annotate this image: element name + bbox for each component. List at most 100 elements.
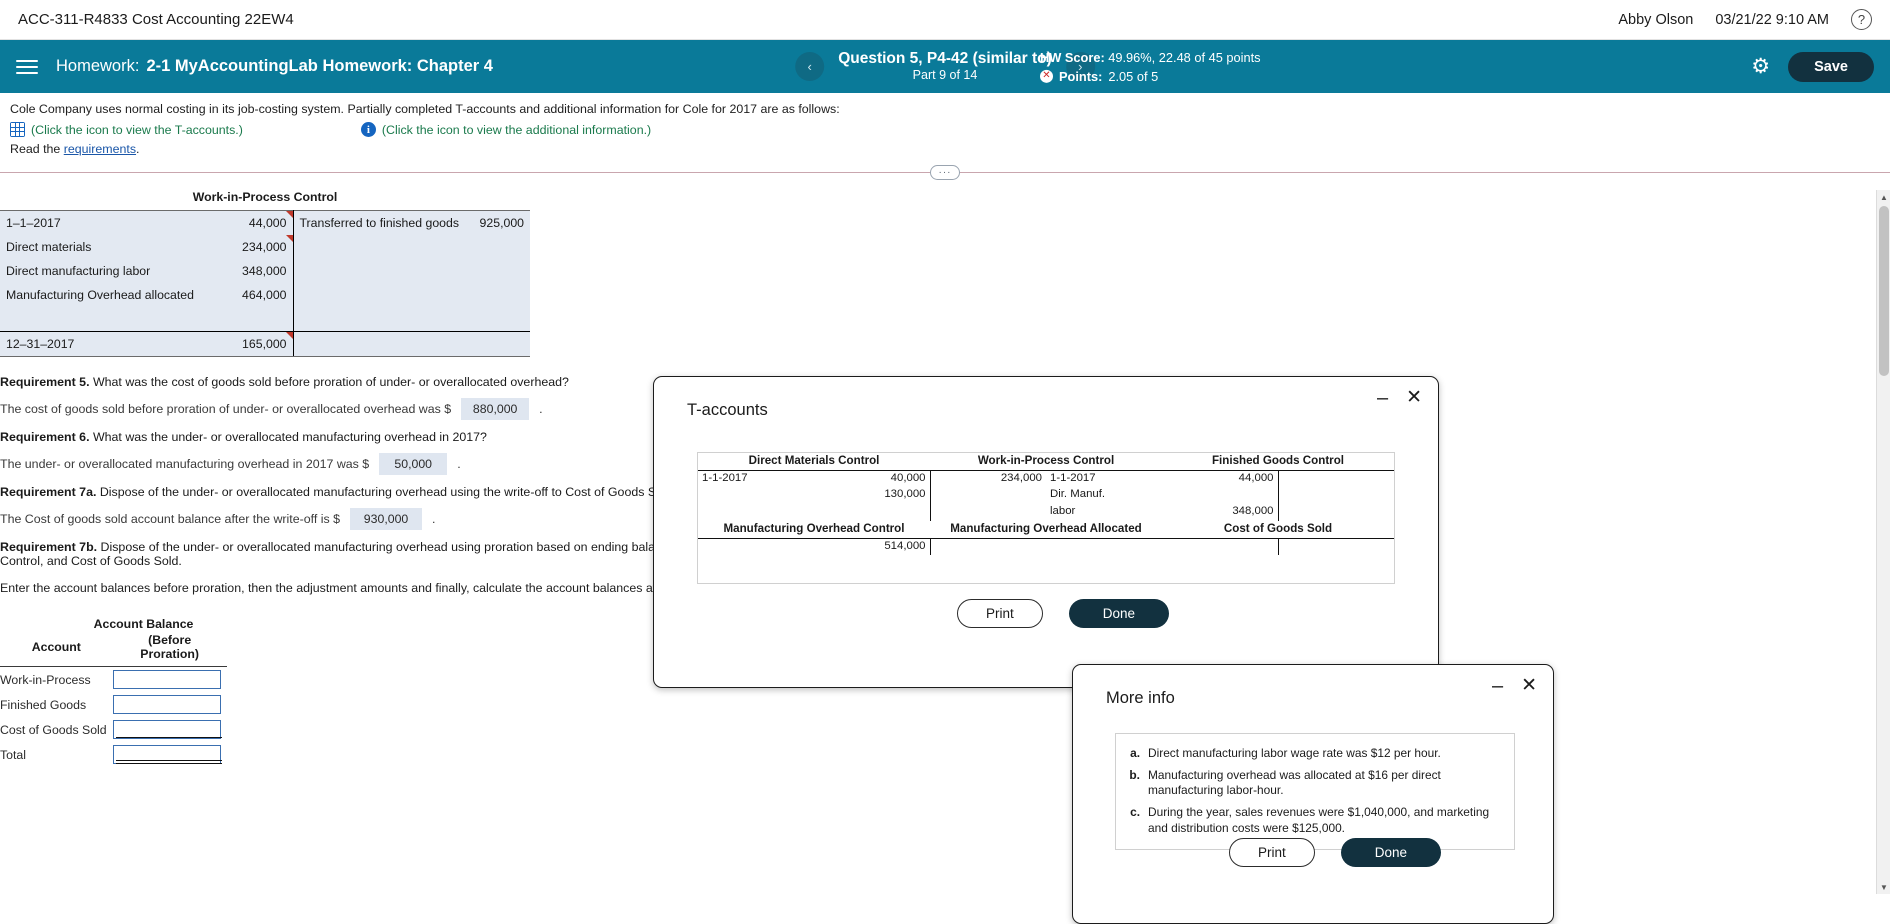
requirements-link[interactable]: requirements bbox=[64, 142, 136, 156]
wip-row-right-amount bbox=[471, 283, 530, 307]
wip-row-amount: 464,000 bbox=[235, 283, 294, 307]
taccounts-link-group[interactable]: (Click the icon to view the T-accounts.) bbox=[10, 122, 243, 137]
dm-row2-credit bbox=[930, 487, 1046, 504]
finished-goods-input[interactable] bbox=[112, 695, 221, 714]
minimize-icon[interactable]: – bbox=[1377, 388, 1388, 408]
wip-row-desc: 1–1–2017 bbox=[0, 210, 235, 235]
more-info-list: a. Direct manufacturing labor wage rate … bbox=[1120, 743, 1504, 840]
cost-of-goods-sold-input[interactable] bbox=[112, 720, 221, 739]
wip-row-right-desc bbox=[293, 235, 471, 259]
homework-name: 2-1 MyAccountingLab Homework: Chapter 4 bbox=[146, 57, 493, 75]
work-in-process-input[interactable] bbox=[112, 670, 221, 689]
previous-question-button[interactable]: ‹ bbox=[795, 52, 825, 81]
help-icon[interactable]: ? bbox=[1851, 9, 1872, 30]
table-row: 514,000 bbox=[698, 538, 1394, 555]
date-time: 03/21/22 9:10 AM bbox=[1715, 11, 1829, 28]
close-icon[interactable]: ✕ bbox=[1521, 676, 1537, 695]
panel-divider: ··· bbox=[0, 164, 1890, 180]
table-row: Manufacturing Overhead allocated 464,000 bbox=[0, 283, 530, 307]
moreinfo-link-text[interactable]: (Click the icon to view the additional i… bbox=[382, 123, 651, 137]
wip-row-amount bbox=[235, 307, 294, 332]
account-table: Account (Before Proration) Work-in-Proce… bbox=[0, 631, 227, 767]
wip-row3-credit bbox=[1278, 504, 1394, 521]
hw-score-label: HW Score: bbox=[1040, 49, 1105, 65]
wip-row-desc: Direct materials bbox=[6, 240, 92, 254]
wip-row-desc: Direct manufacturing labor bbox=[6, 264, 151, 278]
taccount-title-moh-control: Manufacturing Overhead Control bbox=[698, 521, 930, 539]
item-letter: c. bbox=[1130, 805, 1140, 820]
wip-row2-credit bbox=[1278, 487, 1394, 504]
wip-row-right-amount bbox=[471, 259, 530, 283]
print-button[interactable]: Print bbox=[1229, 838, 1315, 867]
gear-icon[interactable]: ⚙ bbox=[1751, 56, 1770, 77]
total-input[interactable] bbox=[112, 745, 221, 764]
dm-row3-debit bbox=[814, 504, 931, 521]
info-icon[interactable]: i bbox=[360, 122, 376, 137]
question-title: Question 5, P4-42 (similar to) bbox=[838, 50, 1052, 67]
dm-row3-credit bbox=[930, 504, 1046, 521]
more-info-content-box: a. Direct manufacturing labor wage rate … bbox=[1115, 733, 1515, 850]
points-row: ✕ Points: 2.05 of 5 bbox=[1040, 67, 1261, 86]
taccount-title-direct-materials: Direct Materials Control bbox=[698, 453, 930, 471]
requirement-5-answer-value[interactable]: 880,000 bbox=[461, 398, 530, 420]
mohc-row1-credit bbox=[930, 538, 1046, 555]
moha-row1-credit bbox=[1278, 538, 1394, 555]
save-button[interactable]: Save bbox=[1788, 51, 1874, 82]
wip-row-right-desc bbox=[293, 307, 471, 332]
done-button[interactable]: Done bbox=[1340, 838, 1442, 867]
user-name: Abby Olson bbox=[1618, 11, 1694, 28]
hw-score-row: HW Score: 49.96%, 22.48 of 45 points bbox=[1040, 47, 1261, 66]
minimize-icon[interactable]: – bbox=[1492, 676, 1503, 696]
dm-row1-debit: 40,000 bbox=[814, 470, 931, 487]
done-button[interactable]: Done bbox=[1068, 599, 1170, 628]
score-summary: HW Score: 49.96%, 22.48 of 45 points ✕ P… bbox=[1040, 47, 1261, 85]
scrollbar-thumb[interactable] bbox=[1879, 206, 1889, 376]
dm-row1-credit: 234,000 bbox=[1000, 471, 1042, 484]
dm-row2-debit: 130,000 bbox=[814, 487, 931, 504]
balance-column-header: (Before Proration) bbox=[112, 631, 227, 667]
requirement-7b-label: Requirement 7b. bbox=[0, 540, 98, 554]
requirement-5-text: What was the cost of goods sold before p… bbox=[89, 375, 569, 389]
requirement-5-period: . bbox=[539, 402, 543, 416]
account-column-header: Account bbox=[0, 631, 113, 667]
wip-ending-right-desc bbox=[293, 331, 472, 357]
table-row: Total bbox=[0, 742, 227, 767]
account-balance-entry-table: Account Balance Account (Before Proratio… bbox=[0, 617, 227, 767]
course-title: ACC-311-R4833 Cost Accounting 22EW4 bbox=[18, 11, 294, 28]
vertical-scrollbar[interactable]: ▲ ▼ bbox=[1876, 190, 1890, 894]
taccounts-grid: Direct Materials Control Work-in-Process… bbox=[698, 453, 1394, 555]
requirement-6-answer-value[interactable]: 50,000 bbox=[379, 453, 448, 475]
mohc-row1-debit: 514,000 bbox=[814, 538, 931, 555]
taccounts-dialog: T-accounts – ✕ Direct Materials Control … bbox=[653, 376, 1439, 688]
list-item: a. Direct manufacturing labor wage rate … bbox=[1120, 743, 1504, 765]
close-icon[interactable]: ✕ bbox=[1406, 388, 1422, 407]
menu-icon[interactable] bbox=[16, 59, 38, 74]
scroll-up-icon[interactable]: ▲ bbox=[1877, 190, 1890, 204]
question-part: Part 9 of 14 bbox=[912, 68, 978, 83]
table-row: labor 348,000 bbox=[698, 504, 1394, 521]
account-row-label: Finished Goods bbox=[0, 697, 87, 712]
requirement-7a-answer-label: The Cost of goods sold account balance a… bbox=[0, 512, 341, 526]
incorrect-icon: ✕ bbox=[1040, 69, 1053, 83]
wip-table-caption: Work-in-Process Control bbox=[192, 190, 338, 204]
scroll-down-icon[interactable]: ▼ bbox=[1877, 880, 1890, 894]
question-info: Question 5, P4-42 (similar to) Part 9 of… bbox=[838, 49, 1052, 84]
course-header-right: Abby Olson 03/21/22 9:10 AM ? bbox=[1618, 9, 1872, 30]
divider-handle[interactable]: ··· bbox=[930, 165, 960, 180]
statement-intro: Cole Company uses normal costing in its … bbox=[10, 102, 840, 116]
print-button[interactable]: Print bbox=[957, 599, 1043, 628]
wip-row3-desc: labor bbox=[1050, 505, 1076, 517]
wip-row-amount: 348,000 bbox=[235, 259, 294, 283]
moreinfo-link-group[interactable]: i (Click the icon to view the additional… bbox=[360, 122, 651, 137]
requirement-7a-answer-value[interactable]: 930,000 bbox=[350, 508, 423, 530]
table-row: 1-1-2017 40,000 234,000 1-1-2017 44,000 bbox=[698, 470, 1394, 487]
taccount-header-row-2: Manufacturing Overhead Control Manufactu… bbox=[698, 521, 1394, 539]
homework-label: Homework: bbox=[56, 57, 140, 75]
requirement-6-answer-label: The under- or overallocated manufacturin… bbox=[0, 457, 370, 471]
more-info-dialog: More info – ✕ a. Direct manufacturing la… bbox=[1072, 664, 1554, 924]
account-balance-header-top: Account Balance bbox=[93, 617, 194, 631]
wip-ending-desc: 12–31–2017 bbox=[0, 331, 235, 357]
taccounts-link-text[interactable]: (Click the icon to view the T-accounts.) bbox=[31, 123, 243, 137]
table-icon[interactable] bbox=[10, 122, 25, 137]
dm-row1-desc: 1-1-2017 bbox=[702, 471, 748, 484]
